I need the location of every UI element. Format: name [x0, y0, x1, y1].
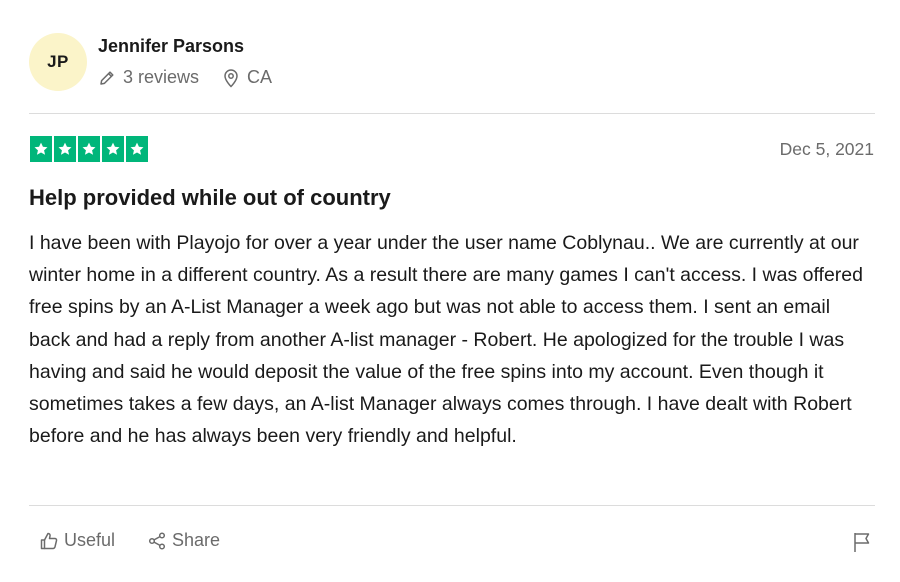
reviewer-location: CA: [222, 67, 272, 88]
location-label: CA: [247, 67, 273, 87]
avatar-initials: JP: [47, 52, 69, 71]
report-button[interactable]: [852, 531, 872, 558]
useful-label: Useful: [64, 530, 116, 550]
reviewer-meta: 3 reviews CA: [98, 67, 272, 88]
reviews-count-label: 3 reviews: [123, 67, 200, 87]
avatar[interactable]: JP: [29, 33, 87, 91]
thumbs-up-icon: [40, 532, 58, 549]
star-rating: [30, 136, 148, 162]
review-title[interactable]: Help provided while out of country: [29, 185, 391, 211]
reviews-count: 3 reviews: [98, 67, 199, 88]
star-icon: [30, 136, 52, 162]
flag-icon: [854, 533, 870, 552]
review-actions: Useful Share: [39, 530, 220, 551]
reviewer-name[interactable]: Jennifer Parsons: [98, 36, 244, 57]
star-icon: [78, 136, 100, 162]
pencil-icon: [100, 70, 114, 85]
star-icon: [126, 136, 148, 162]
review-card: JP Jennifer Parsons 3 reviews CA Dec 5, …: [0, 0, 900, 582]
star-icon: [102, 136, 124, 162]
review-date: Dec 5, 2021: [779, 139, 874, 159]
share-label: Share: [172, 530, 221, 550]
share-icon: [148, 531, 166, 550]
star-icon: [54, 136, 76, 162]
useful-button[interactable]: Useful: [39, 530, 115, 551]
divider: [29, 505, 875, 506]
divider: [29, 113, 875, 114]
share-button[interactable]: Share: [147, 530, 220, 551]
location-pin-icon: [224, 68, 238, 88]
review-body: I have been with Playojo for over a year…: [29, 232, 863, 448]
